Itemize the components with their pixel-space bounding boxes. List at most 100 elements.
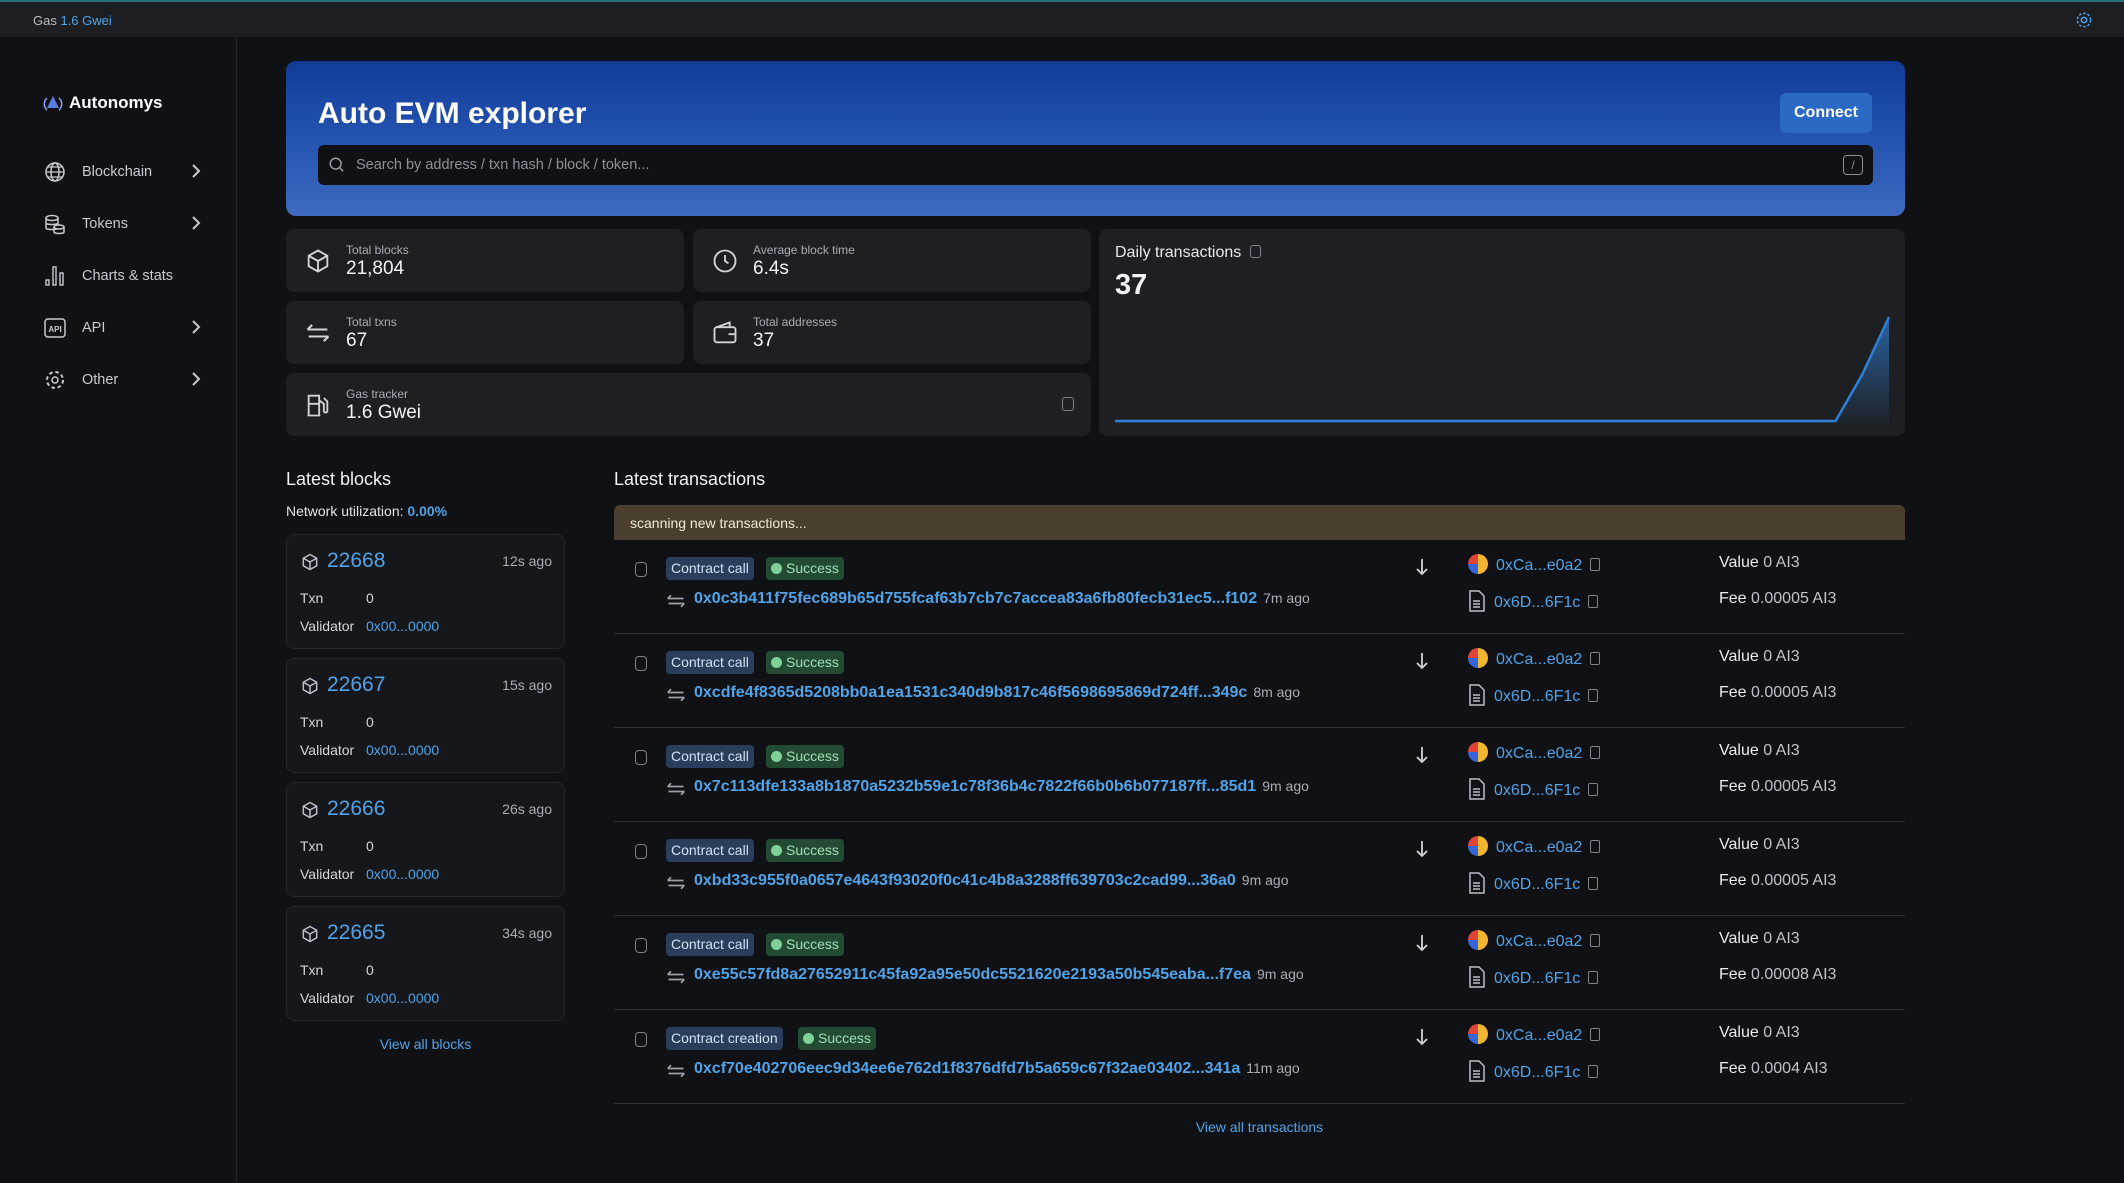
validator-address-link[interactable]: 0x00...0000 bbox=[366, 742, 439, 758]
txn-count: 0 bbox=[366, 962, 374, 978]
contract-file-icon bbox=[1468, 684, 1486, 706]
check-circle-icon bbox=[771, 845, 782, 856]
block-number-link[interactable]: 22665 bbox=[327, 921, 385, 945]
sidebar-item-label: Charts & stats bbox=[82, 268, 173, 284]
txn-label: Txn bbox=[300, 714, 323, 730]
block-number-link[interactable]: 22666 bbox=[327, 797, 385, 821]
contract-file-icon bbox=[1468, 590, 1486, 612]
sidebar-item-blockchain[interactable]: Blockchain bbox=[43, 157, 203, 187]
from-address-link[interactable]: 0xCa...e0a2 bbox=[1496, 933, 1582, 950]
transaction-row: Contract call Success 0x0c3b411f75fec689… bbox=[614, 540, 1905, 634]
from-address: 0xCa...e0a2 bbox=[1468, 742, 1600, 763]
status-badge: Success bbox=[766, 745, 844, 768]
gas-value: 1.6 Gwei bbox=[60, 13, 111, 28]
to-address-link[interactable]: 0x6D...6F1c bbox=[1494, 876, 1580, 893]
from-address-link[interactable]: 0xCa...e0a2 bbox=[1496, 839, 1582, 856]
check-circle-icon bbox=[803, 1033, 814, 1044]
sidebar-item-other[interactable]: Other bbox=[43, 365, 203, 395]
to-address-link[interactable]: 0x6D...6F1c bbox=[1494, 782, 1580, 799]
copy-icon[interactable] bbox=[1590, 1028, 1600, 1041]
info-icon[interactable] bbox=[635, 562, 647, 577]
sidebar-item-charts-stats[interactable]: Charts & stats bbox=[43, 261, 203, 291]
latest-blocks-heading: Latest blocks bbox=[286, 469, 391, 490]
info-icon[interactable] bbox=[635, 938, 647, 953]
info-icon[interactable] bbox=[635, 750, 647, 765]
info-icon[interactable] bbox=[635, 844, 647, 859]
copy-icon[interactable] bbox=[1590, 558, 1600, 571]
stat-value: 37 bbox=[753, 330, 774, 352]
sidebar-item-label: Tokens bbox=[82, 216, 128, 232]
tx-hash-link[interactable]: 0xcf70e402706eec9d34ee6e762d1f8376dfd7b5… bbox=[694, 1060, 1240, 1077]
tx-type-badge: Contract call bbox=[666, 839, 754, 862]
chart-plot bbox=[1113, 309, 1893, 429]
api-icon: API bbox=[43, 316, 67, 340]
chart-title: Daily transactions bbox=[1115, 244, 1261, 262]
svg-text:API: API bbox=[48, 325, 61, 334]
brand-logo[interactable]: Autonomys bbox=[43, 93, 163, 113]
to-address-link[interactable]: 0x6D...6F1c bbox=[1494, 594, 1580, 611]
view-all-transactions-link[interactable]: View all transactions bbox=[614, 1119, 1905, 1135]
cube-icon bbox=[300, 552, 320, 572]
tx-hash-link[interactable]: 0xbd33c955f0a0657e4643f93020f0c41c4b8a32… bbox=[694, 872, 1236, 889]
to-address-link[interactable]: 0x6D...6F1c bbox=[1494, 688, 1580, 705]
value-label: Value bbox=[1719, 648, 1759, 665]
tx-hash-link[interactable]: 0x7c113dfe133a8b1870a5232b59e1c78f36b4c7… bbox=[694, 778, 1256, 795]
info-icon[interactable] bbox=[1062, 397, 1074, 411]
validator-address-link[interactable]: 0x00...0000 bbox=[366, 866, 439, 882]
connect-wallet-button[interactable]: Connect bbox=[1780, 93, 1872, 133]
copy-icon[interactable] bbox=[1588, 877, 1598, 890]
swap-arrows-icon bbox=[666, 592, 686, 610]
tx-type-badge: Contract creation bbox=[666, 1027, 783, 1050]
sidebar-item-tokens[interactable]: Tokens bbox=[43, 209, 203, 239]
sidebar-item-label: Blockchain bbox=[82, 164, 152, 180]
validator-address-link[interactable]: 0x00...0000 bbox=[366, 990, 439, 1006]
view-all-blocks-link[interactable]: View all blocks bbox=[286, 1036, 565, 1052]
transaction-row: Contract call Success 0xe55c57fd8a276529… bbox=[614, 916, 1905, 1010]
address-avatar-icon bbox=[1468, 648, 1488, 668]
fee-label: Fee bbox=[1719, 684, 1747, 701]
copy-icon[interactable] bbox=[1588, 689, 1598, 702]
info-icon[interactable] bbox=[635, 656, 647, 671]
block-number-link[interactable]: 22668 bbox=[327, 549, 385, 573]
copy-icon[interactable] bbox=[1588, 783, 1598, 796]
address-avatar-icon bbox=[1468, 742, 1488, 762]
validator-label: Validator bbox=[300, 742, 354, 758]
search-bar[interactable]: / bbox=[318, 145, 1873, 185]
from-address-link[interactable]: 0xCa...e0a2 bbox=[1496, 651, 1582, 668]
info-icon[interactable] bbox=[635, 1032, 647, 1047]
copy-icon[interactable] bbox=[1590, 746, 1600, 759]
tx-fee: 0.00005 AI3 bbox=[1751, 590, 1836, 607]
copy-icon[interactable] bbox=[1590, 840, 1600, 853]
from-address-link[interactable]: 0xCa...e0a2 bbox=[1496, 745, 1582, 762]
tx-value: 0 AI3 bbox=[1763, 1024, 1799, 1041]
sidebar-item-api[interactable]: API API bbox=[43, 313, 203, 343]
tx-value: 0 AI3 bbox=[1763, 836, 1799, 853]
info-icon[interactable] bbox=[1250, 245, 1261, 258]
to-address-link[interactable]: 0x6D...6F1c bbox=[1494, 970, 1580, 987]
from-address-link[interactable]: 0xCa...e0a2 bbox=[1496, 1027, 1582, 1044]
autonomys-logo-icon bbox=[43, 93, 63, 113]
tx-age: 9m ago bbox=[1257, 966, 1304, 982]
copy-icon[interactable] bbox=[1588, 1065, 1598, 1078]
tx-hash-link[interactable]: 0xcdfe4f8365d5208bb0a1ea1531c340d9b817c4… bbox=[694, 684, 1247, 701]
copy-icon[interactable] bbox=[1588, 971, 1598, 984]
tx-fee: 0.00008 AI3 bbox=[1751, 966, 1836, 983]
validator-address-link[interactable]: 0x00...0000 bbox=[366, 618, 439, 634]
status-text: Success bbox=[786, 748, 839, 764]
wallet-icon bbox=[711, 319, 739, 347]
copy-icon[interactable] bbox=[1590, 934, 1600, 947]
arrow-down-icon bbox=[1414, 933, 1430, 953]
copy-icon[interactable] bbox=[1590, 652, 1600, 665]
swap-arrows-icon bbox=[666, 874, 686, 892]
search-input[interactable] bbox=[356, 157, 1843, 173]
swap-arrows-icon bbox=[666, 1062, 686, 1080]
tx-hash-link[interactable]: 0xe55c57fd8a27652911c45fa92a95e50dc55216… bbox=[694, 966, 1251, 983]
copy-icon[interactable] bbox=[1588, 595, 1598, 608]
to-address-link[interactable]: 0x6D...6F1c bbox=[1494, 1064, 1580, 1081]
from-address-link[interactable]: 0xCa...e0a2 bbox=[1496, 557, 1582, 574]
settings-gear-icon[interactable] bbox=[2074, 10, 2094, 30]
tx-hash-link[interactable]: 0x0c3b411f75fec689b65d755fcaf63b7cb7c7ac… bbox=[694, 590, 1257, 607]
fee-label: Fee bbox=[1719, 1060, 1747, 1077]
block-number-link[interactable]: 22667 bbox=[327, 673, 385, 697]
block-card: 22667 15s ago Txn 0 Validator 0x00...000… bbox=[286, 658, 565, 773]
